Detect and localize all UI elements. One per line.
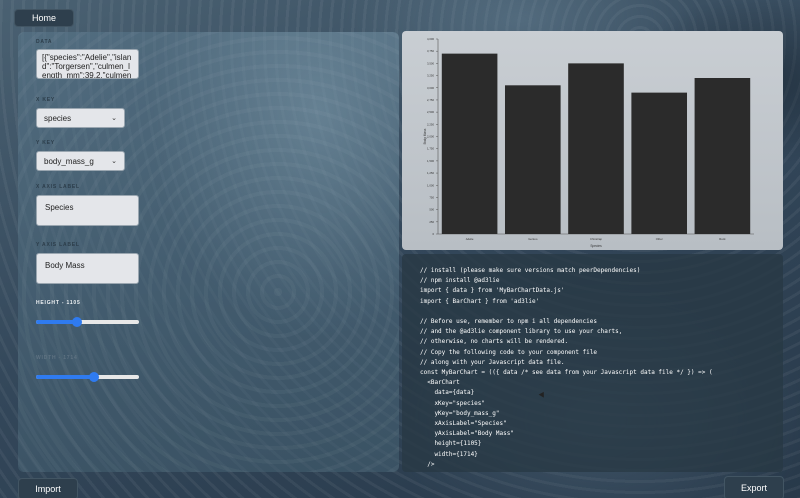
chevron-down-icon: ⌄ [111,158,117,165]
x-key-select[interactable]: species ⌄ [36,108,125,128]
y-tick-label: 3,500 [427,61,434,65]
code-line: width={1714} [420,450,478,458]
x-tick-label: Gentoo [528,237,538,241]
code-line: import { BarChart } from 'ad3lie' [420,297,540,305]
y-key-value: body_mass_g [44,156,94,166]
code-line: // Before use, remember to npm i all dep… [420,318,598,325]
y-axis-label-input[interactable]: Body Mass [36,253,139,284]
y-tick-label: 1,250 [427,171,434,175]
code-line: xAxisLabel="Species" [420,420,507,427]
y-tick-label: 3,250 [427,74,434,78]
y-tick-label: 2,250 [427,122,434,126]
code-line: // and the @ad3lie component library to … [420,328,623,336]
code-line: <BarChart [420,379,460,387]
export-button[interactable]: Export [724,476,784,498]
y-tick-label: 750 [429,195,434,199]
code-line: // npm install @ad3lie [420,277,500,285]
width-slider[interactable] [36,372,139,382]
y-tick-label: 2,500 [427,110,434,114]
bar [441,53,498,234]
code-line: // install (please make sure versions ma… [420,267,641,274]
height-slider-fill [36,320,78,324]
import-button[interactable]: Import [18,478,78,498]
code-panel: // install (please make sure versions ma… [402,254,783,472]
code-line: yAxisLabel="Body Mass" [420,430,514,438]
code-line: data={data} [420,389,475,397]
height-label: HEIGHT - 1105 [36,300,81,306]
x-axis-label-heading: X AXIS LABEL [36,184,80,190]
chart-preview-panel: 0 250 500 750 1,000 1,250 1,500 1,750 2,000 2,250… [402,31,783,250]
width-slider-thumb[interactable] [88,372,99,382]
bar [694,78,751,234]
x-tick-label: Adelie [466,237,474,241]
y-tick-label: 4,000 [427,37,434,41]
y-tick-label: 250 [429,220,434,224]
chart-settings-panel [18,32,399,472]
code-line: xKey="species" [420,399,486,407]
y-axis-label-heading: Y AXIS LABEL [36,242,80,248]
code-line: const MyBarChart = (({ data /* see data … [420,369,713,376]
y-key-select[interactable]: body_mass_g ⌄ [36,151,125,171]
code-line: // along with your Javascript data file. [420,358,565,366]
x-key-value: species [44,113,72,123]
x-tick-label: Other [656,237,663,241]
code-line: /> [420,460,435,468]
code-line: // Copy the following code to your compo… [420,348,598,356]
y-tick-label: 1,000 [427,183,434,187]
bar [568,63,624,234]
y-tick-label: 1,750 [427,147,434,151]
y-tick-label: 2,750 [427,98,434,102]
y-tick-label: 3,750 [427,49,434,53]
x-axis-title: Species [590,244,602,248]
code-line: yKey="body_mass_g" [420,409,500,417]
x-tick-label: Rock [719,237,726,241]
bar-chart: 0 250 500 750 1,000 1,250 1,500 1,750 2,000 2,250… [423,37,754,248]
bar [504,85,561,234]
chevron-down-icon: ⌄ [111,115,117,122]
y-tick-label: 2,000 [427,135,434,139]
y-tick-label: 0 [432,232,434,236]
height-slider[interactable] [36,317,139,327]
width-label: WIDTH - 1714 [36,355,78,361]
bar [631,92,688,234]
width-slider-fill [36,375,94,379]
data-label: DATA [36,39,53,45]
x-tick-label: Chinstrap [590,237,602,241]
y-tick-label: 1,500 [427,159,434,163]
y-tick-label: 3,000 [427,86,434,90]
data-input[interactable]: [{"species":"Adelie","island":"Torgersen… [36,49,139,79]
y-axis-title: Body Mass [423,128,427,144]
code-line: // otherwise, no charts will be rendered… [420,338,569,346]
x-axis-label-input[interactable]: Species [36,195,139,226]
code-line: height={1105} [420,440,482,448]
y-tick-label: 500 [429,208,434,212]
y-key-label: Y KEY [36,140,55,146]
home-button[interactable]: Home [14,9,74,27]
x-key-label: X KEY [36,97,56,103]
code-line: import { data } from 'MyBarChartData.js' [420,287,565,295]
